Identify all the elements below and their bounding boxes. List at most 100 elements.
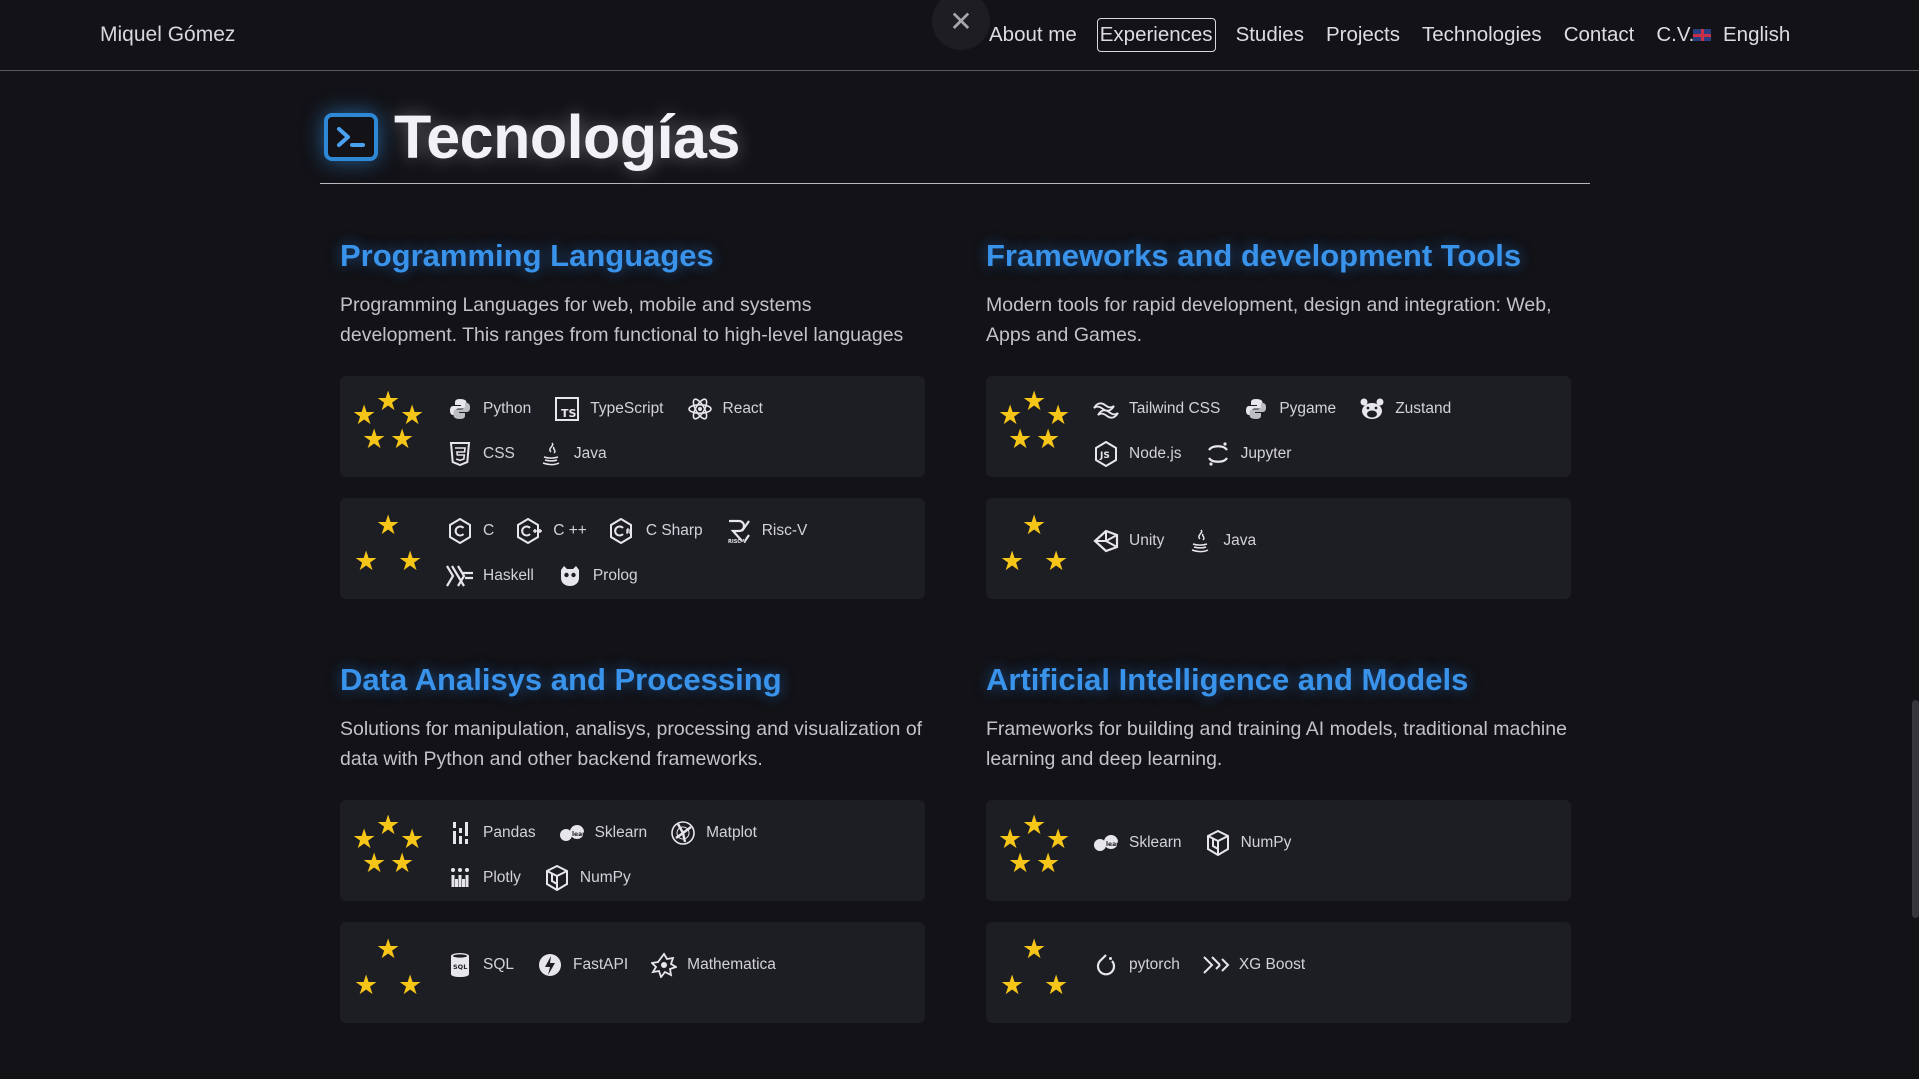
- language-selector[interactable]: English: [1693, 23, 1790, 47]
- star-icon: ★: [390, 424, 415, 454]
- tech-chip-fastapi[interactable]: FastAPI: [536, 942, 642, 987]
- programming-languages-tier-5-stars: ★ ★ ★ ★ ★ Python TS TypeScript React CSS Java: [340, 376, 925, 477]
- tech-chip-typescript[interactable]: TS TypeScript: [553, 386, 677, 431]
- nav-item-projects[interactable]: Projects: [1324, 19, 1402, 51]
- tech-chip-unity[interactable]: Unity: [1092, 518, 1178, 563]
- plotly-icon: [446, 864, 474, 892]
- tech-chip-jupyter[interactable]: Jupyter: [1204, 431, 1306, 476]
- svg-text:SQL: SQL: [453, 963, 467, 971]
- section-divider: [320, 183, 1590, 184]
- star-icon: ★: [1022, 810, 1047, 840]
- tech-chip-c[interactable]: C ++: [516, 508, 601, 553]
- tech-label: FastAPI: [573, 955, 629, 973]
- tech-label: Node.js: [1129, 444, 1182, 462]
- nav-item-contact[interactable]: Contact: [1562, 19, 1637, 51]
- star-icon: ★: [362, 848, 387, 878]
- tech-chip-xg-boost[interactable]: XG Boost: [1202, 942, 1319, 987]
- tech-label: pytorch: [1129, 955, 1180, 973]
- nav-menu: About me Experiences Studies Projects Te…: [978, 15, 1705, 55]
- sklearn-icon: learn: [558, 819, 586, 847]
- jupyter-icon: [1204, 440, 1232, 468]
- star-icon: ★: [376, 386, 401, 416]
- tech-chip-sql[interactable]: SQL SQL: [446, 942, 528, 987]
- tech-label: C ++: [553, 521, 587, 539]
- svg-text:RISC-V: RISC-V: [728, 539, 747, 544]
- tech-label: Pandas: [483, 823, 536, 841]
- tech-chip-prolog[interactable]: Prolog: [556, 553, 652, 598]
- riscv-icon: RISC-V: [725, 517, 753, 545]
- haskell-icon: [446, 562, 474, 590]
- tech-chip-c-sharp[interactable]: C Sharp: [609, 508, 717, 553]
- tech-list: C C ++ C Sharp RISC-V Risc-V Haskell Prolog: [446, 508, 916, 598]
- star-icon: ★: [1008, 848, 1033, 878]
- tech-label: Sklearn: [1129, 833, 1182, 851]
- tech-chip-numpy[interactable]: NumPy: [543, 855, 645, 900]
- tech-chip-java[interactable]: Java: [537, 431, 621, 476]
- rating-5-stars: ★ ★ ★ ★ ★: [352, 812, 426, 888]
- tech-chip-tailwind-css[interactable]: Tailwind CSS: [1092, 386, 1234, 431]
- tech-label: Java: [1223, 531, 1257, 549]
- category-title: Frameworks and development Tools: [986, 238, 1522, 273]
- svg-text:learn: learn: [572, 831, 586, 838]
- tech-chip-react[interactable]: React: [686, 386, 778, 431]
- tech-chip-numpy[interactable]: NumPy: [1204, 820, 1306, 865]
- rating-5-stars: ★ ★ ★ ★ ★: [352, 388, 426, 464]
- category-data-analysis: Data Analisys and Processing Solutions fo…: [340, 660, 925, 1023]
- tech-chip-sklearn[interactable]: learn Sklearn: [558, 810, 662, 855]
- star-icon: ★: [362, 424, 387, 454]
- rating-3-stars: ★ ★ ★: [998, 936, 1072, 1012]
- tech-label: Unity: [1129, 531, 1165, 549]
- star-icon: ★: [1022, 510, 1047, 540]
- tech-chip-risc-v[interactable]: RISC-V Risc-V: [725, 508, 822, 553]
- nav-item-studies[interactable]: Studies: [1234, 19, 1306, 51]
- tech-label: React: [722, 399, 764, 417]
- tech-chip-haskell[interactable]: Haskell: [446, 553, 548, 598]
- sql-icon: SQL: [446, 951, 474, 979]
- tech-chip-node-js[interactable]: JS Node.js: [1092, 431, 1196, 476]
- typescript-icon: TS: [553, 395, 581, 423]
- nav-item-experiences[interactable]: Experiences: [1096, 18, 1216, 52]
- terminal-icon: [324, 113, 378, 161]
- pygame-icon: [1242, 395, 1270, 423]
- star-icon: ★: [1036, 848, 1061, 878]
- nodejs-icon: JS: [1092, 440, 1120, 468]
- tech-list: SQL SQL FastAPI Mathematica: [446, 942, 916, 987]
- star-icon: ★: [1044, 546, 1069, 576]
- fastapi-icon: [536, 951, 564, 979]
- rating-3-stars: ★ ★ ★: [352, 512, 426, 588]
- nav-item-about-me[interactable]: About me: [987, 19, 1079, 51]
- tech-label: C: [483, 521, 495, 539]
- tech-chip-pytorch[interactable]: pytorch: [1092, 942, 1194, 987]
- tech-chip-plotly[interactable]: Plotly: [446, 855, 535, 900]
- category-title: Programming Languages: [340, 238, 714, 273]
- tech-chip-java[interactable]: Java: [1186, 518, 1270, 563]
- star-icon: ★: [376, 934, 401, 964]
- tech-chip-css[interactable]: CSS: [446, 431, 529, 476]
- star-icon: ★: [376, 810, 401, 840]
- svg-text:TS: TS: [561, 407, 577, 420]
- tech-chip-python[interactable]: Python: [446, 386, 545, 431]
- tech-chip-sklearn[interactable]: learn Sklearn: [1092, 820, 1196, 865]
- nav-item-cv[interactable]: C.V.: [1654, 19, 1696, 51]
- star-icon: ★: [398, 970, 423, 1000]
- css-icon: [446, 440, 474, 468]
- tech-list: Unity Java: [1092, 518, 1562, 563]
- tech-chip-zustand[interactable]: Zustand: [1358, 386, 1465, 431]
- tech-chip-mathematica[interactable]: Mathematica: [650, 942, 790, 987]
- tech-chip-pandas[interactable]: Pandas: [446, 810, 550, 855]
- tech-label: NumPy: [579, 868, 631, 886]
- ai-models-tier-3-stars: ★ ★ ★ pytorch XG Boost: [986, 922, 1571, 1023]
- category-ai-models: Artificial Intelligence and Models Framew…: [986, 660, 1571, 1023]
- tech-label: Haskell: [483, 566, 534, 584]
- top-navbar: Miquel Gómez ✕ About me Experiences Stud…: [0, 0, 1919, 71]
- star-icon: ★: [354, 970, 379, 1000]
- tech-label: Java: [573, 444, 607, 462]
- nav-item-technologies[interactable]: Technologies: [1420, 19, 1544, 51]
- tech-chip-pygame[interactable]: Pygame: [1242, 386, 1350, 431]
- page-scrollbar[interactable]: [1912, 700, 1919, 918]
- site-brand[interactable]: Miquel Gómez: [100, 23, 235, 47]
- tech-list: Python TS TypeScript React CSS Java: [446, 386, 916, 476]
- tech-chip-c[interactable]: C: [446, 508, 508, 553]
- tech-chip-matplot[interactable]: Matplot: [669, 810, 771, 855]
- tech-label: CSS: [483, 444, 515, 462]
